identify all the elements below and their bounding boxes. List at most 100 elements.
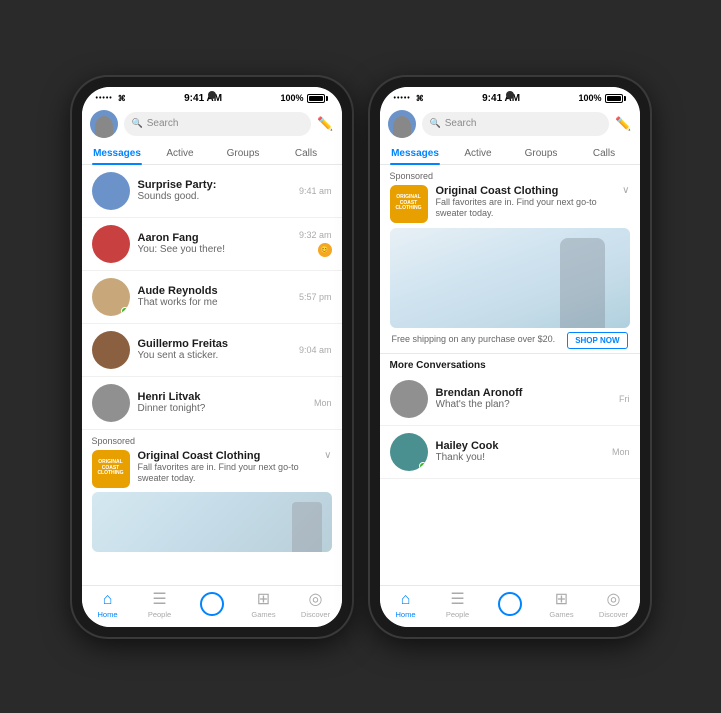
search-placeholder-2: Search — [445, 118, 477, 129]
table-row[interactable]: Hailey Cook Thank you! Mon — [380, 426, 640, 479]
avatar — [92, 331, 130, 369]
search-placeholder-1: Search — [147, 118, 179, 129]
user-avatar-1[interactable] — [90, 110, 118, 138]
ad-bottom-row-2: Free shipping on any purchase over $20. … — [390, 332, 630, 349]
msg-preview: Thank you! — [436, 452, 604, 463]
tab-groups-2[interactable]: Groups — [510, 142, 573, 164]
ad-shipping-text-2: Free shipping on any purchase over $20. — [392, 334, 568, 346]
battery-percent-1: 100% — [280, 93, 303, 103]
avatar — [92, 172, 130, 210]
msg-time: 9:04 am — [299, 345, 332, 355]
status-bar-2: ••••• ⌘ 9:41 AM 100% — [380, 87, 640, 106]
tab-active-2[interactable]: Active — [447, 142, 510, 164]
msg-time: 9:32 am 😊 — [299, 230, 332, 257]
user-avatar-2[interactable] — [388, 110, 416, 138]
ad-figure-1 — [292, 502, 322, 552]
nav-home-2[interactable]: ⌂ Home — [380, 592, 432, 619]
nav-people-2[interactable]: ☰ People — [432, 592, 484, 619]
wifi-icon-2: ⌘ — [416, 94, 424, 103]
nav-discover-1[interactable]: ◎ Discover — [290, 592, 342, 619]
msg-name: Aaron Fang — [138, 232, 291, 244]
msg-name: Henri Litvak — [138, 391, 306, 403]
search-bar-2: 🔍 Search ✏️ — [380, 106, 640, 142]
games-icon-2: ⊞ — [555, 592, 568, 608]
msg-preview: Sounds good. — [138, 191, 291, 202]
tab-groups-1[interactable]: Groups — [212, 142, 275, 164]
nav-people-1[interactable]: ☰ People — [134, 592, 186, 619]
search-bar-1: 🔍 Search ✏️ — [82, 106, 342, 142]
table-row[interactable]: Guillermo Freitas You sent a sticker. 9:… — [82, 324, 342, 377]
nav-games-2[interactable]: ⊞ Games — [536, 592, 588, 619]
search-input-2[interactable]: 🔍 Search — [422, 112, 610, 136]
avatar — [390, 433, 428, 471]
tab-messages-1[interactable]: Messages — [86, 142, 149, 164]
people-icon-1: ☰ — [152, 592, 166, 608]
status-bar-1: ••••• ⌘ 9:41 AM 100% — [82, 87, 342, 106]
status-right-1: 100% — [280, 93, 327, 103]
nav-label-people-1: People — [148, 610, 171, 619]
nav-label-discover-2: Discover — [599, 610, 628, 619]
chevron-down-icon-1: ∨ — [324, 450, 331, 461]
nav-home-1[interactable]: ⌂ Home — [82, 592, 134, 619]
avatar — [92, 225, 130, 263]
chevron-down-icon-2: ∨ — [622, 185, 629, 196]
bottom-nav-2: ⌂ Home ☰ People ⊞ Games ◎ Discover — [380, 585, 640, 627]
table-row[interactable]: Surprise Party: Sounds good. 9:41 am — [82, 165, 342, 218]
table-row[interactable]: Aude Reynolds That works for me 5:57 pm — [82, 271, 342, 324]
games-icon-1: ⊞ — [257, 592, 270, 608]
sponsored-section-1: Sponsored ORIGINALCOASTCLOTHING Original… — [82, 430, 342, 556]
msg-preview: What's the plan? — [436, 399, 612, 410]
ad-item-2[interactable]: ORIGINALCOASTCLOTHING Original Coast Clo… — [390, 185, 630, 223]
sponsored-label-1: Sponsored — [92, 436, 332, 446]
people-icon-2: ☰ — [450, 592, 464, 608]
camera-circle-icon-2 — [498, 592, 522, 616]
tab-messages-2[interactable]: Messages — [384, 142, 447, 164]
search-input-1[interactable]: 🔍 Search — [124, 112, 312, 136]
nav-discover-2[interactable]: ◎ Discover — [588, 592, 640, 619]
msg-content: Surprise Party: Sounds good. — [138, 179, 291, 202]
ad-logo-2: ORIGINALCOASTCLOTHING — [390, 185, 428, 223]
status-time-1: 9:41 AM — [184, 93, 222, 104]
table-row[interactable]: Brendan Aronoff What's the plan? Fri — [380, 373, 640, 426]
status-left-1: ••••• ⌘ — [96, 94, 126, 103]
avatar — [390, 380, 428, 418]
status-right-2: 100% — [578, 93, 625, 103]
tab-calls-2[interactable]: Calls — [573, 142, 636, 164]
compose-icon-2[interactable]: ✏️ — [615, 116, 631, 132]
nav-camera-1[interactable] — [186, 592, 238, 619]
msg-time: 5:57 pm — [299, 292, 332, 302]
tab-calls-1[interactable]: Calls — [275, 142, 338, 164]
msg-preview: You sent a sticker. — [138, 350, 291, 361]
phone-2-screen: ••••• ⌘ 9:41 AM 100% 🔍 — [380, 87, 640, 627]
signal-dots-2: ••••• — [394, 95, 411, 102]
ad-image-large-2 — [390, 228, 630, 328]
nav-label-home-1: Home — [97, 610, 117, 619]
msg-content: Aude Reynolds That works for me — [138, 285, 291, 308]
nav-label-games-1: Games — [251, 610, 275, 619]
more-conversations-label-2: More Conversations — [380, 354, 640, 373]
nav-games-1[interactable]: ⊞ Games — [238, 592, 290, 619]
tab-active-1[interactable]: Active — [149, 142, 212, 164]
ad-item-1[interactable]: ORIGINALCOASTCLOTHING Original Coast Clo… — [92, 450, 332, 488]
msg-time: 9:41 am — [299, 186, 332, 196]
battery-percent-2: 100% — [578, 93, 601, 103]
compose-icon-1[interactable]: ✏️ — [317, 116, 333, 132]
shop-now-button-2[interactable]: SHOP NOW — [567, 332, 627, 349]
wifi-icon-1: ⌘ — [118, 94, 126, 103]
msg-preview: You: See you there! — [138, 244, 291, 255]
nav-label-games-2: Games — [549, 610, 573, 619]
camera-circle-icon-1 — [200, 592, 224, 616]
table-row[interactable]: Henri Litvak Dinner tonight? Mon — [82, 377, 342, 430]
msg-preview: Dinner tonight? — [138, 403, 306, 414]
nav-camera-2[interactable] — [484, 592, 536, 619]
home-icon-1: ⌂ — [103, 592, 113, 608]
search-icon-2: 🔍 — [430, 118, 441, 129]
ad-image-preview-1 — [92, 492, 332, 552]
msg-preview: That works for me — [138, 297, 291, 308]
msg-name: Aude Reynolds — [138, 285, 291, 297]
table-row[interactable]: Aaron Fang You: See you there! 9:32 am 😊 — [82, 218, 342, 271]
msg-name: Hailey Cook — [436, 440, 604, 452]
msg-content: Henri Litvak Dinner tonight? — [138, 391, 306, 414]
msg-name: Brendan Aronoff — [436, 387, 612, 399]
ad-person-figure-2 — [560, 238, 605, 328]
